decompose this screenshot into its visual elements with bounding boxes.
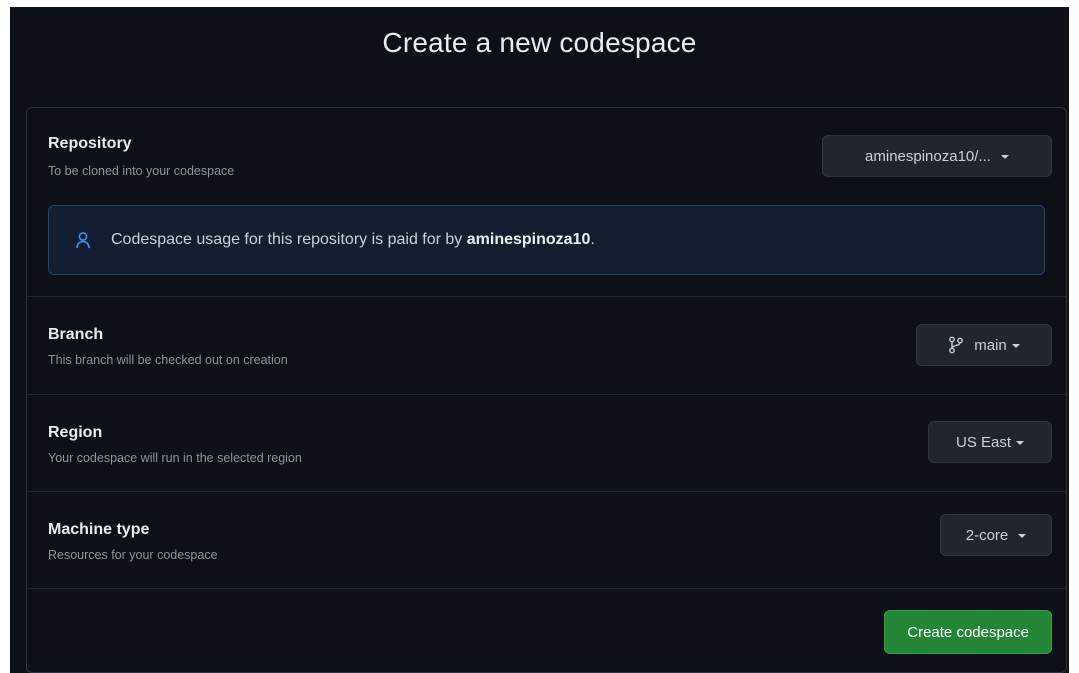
caret-down-icon [1016,440,1025,445]
machine-selected: 2-core [965,526,1009,544]
region-dropdown[interactable]: US East [928,421,1052,463]
machine-section: Machine type Resources for your codespac… [27,492,1066,588]
region-title: Region [48,424,103,441]
region-section: Region Your codespace will run in the se… [27,395,1066,491]
branch-description: This branch will be checked out on creat… [48,353,288,367]
repository-selected: aminespinoza10/... [865,147,991,165]
region-selected: US East [955,433,1012,451]
repository-description: To be cloned into your codespace [48,164,235,178]
codespace-dialog: Create a new codespace Repository To be … [10,7,1069,673]
person-icon [75,231,91,249]
machine-title: Machine type [48,521,150,538]
create-codespace-button[interactable]: Create codespace [884,610,1052,654]
branch-selected: main [974,336,1007,354]
machine-description: Resources for your codespace [48,548,218,562]
notice-suffix: . [590,231,595,248]
repository-dropdown[interactable]: aminespinoza10/... [822,135,1052,177]
region-description: Your codespace will run in the selected … [48,451,302,465]
machine-type-dropdown[interactable]: 2-core [940,514,1052,556]
branch-title: Branch [48,326,104,343]
git-branch-icon [948,336,964,354]
divider [27,588,1066,589]
branch-section: Branch This branch will be checked out o… [27,297,1066,394]
billing-notice: Codespace usage for this repository is p… [48,205,1045,275]
repository-section: Repository To be cloned into your codesp… [27,108,1066,296]
page-title: Create a new codespace [382,27,697,58]
codespace-form: Repository To be cloned into your codesp… [26,107,1067,673]
notice-owner: aminespinoza10 [466,231,591,248]
branch-dropdown[interactable]: main [916,324,1052,366]
billing-notice-text: Codespace usage for this repository is p… [111,231,595,249]
notice-prefix: Codespace usage for this repository is p… [111,231,467,248]
repository-title: Repository [48,135,132,152]
caret-down-icon [1000,154,1009,159]
caret-down-icon [1011,343,1020,348]
caret-down-icon [1018,533,1027,538]
